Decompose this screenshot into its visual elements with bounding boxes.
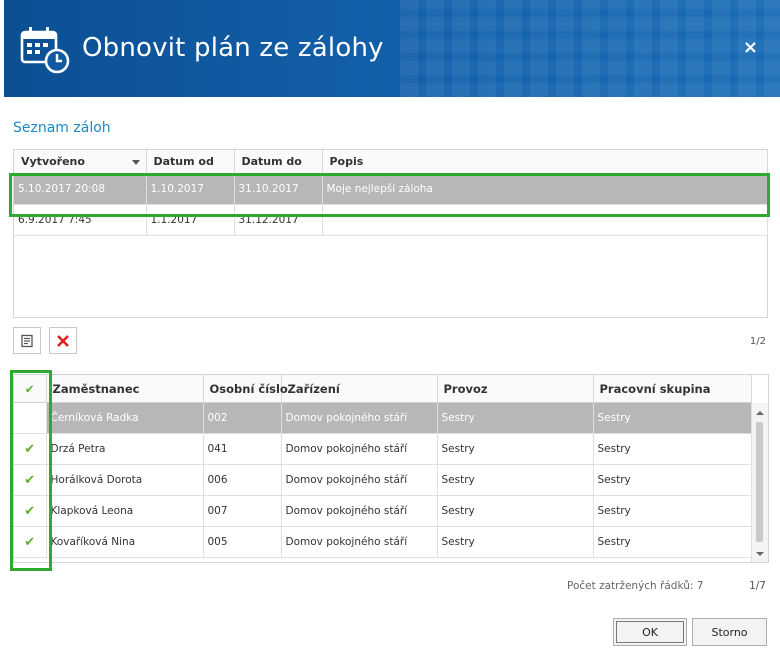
dialog-header: Obnovit plán ze zálohy ×	[4, 0, 780, 97]
cell-work-group: Sestry	[593, 402, 752, 434]
row-checkbox[interactable]: ✔	[14, 464, 47, 496]
dialog-title: Obnovit plán ze zálohy	[82, 33, 384, 63]
cell-work-group: Sestry	[593, 464, 752, 496]
row-checkbox[interactable]: ✔	[14, 526, 47, 558]
cell-unit: Sestry	[437, 402, 594, 434]
backup-row[interactable]: 5.10.2017 20:08 1.10.2017 31.10.2017 Moj…	[14, 173, 768, 205]
backups-grid: Vytvořeno Datum od Datum do Popis 5.10.2…	[13, 149, 768, 318]
cell-personal-number: 007	[203, 495, 282, 527]
cell-unit: Sestry	[437, 526, 594, 558]
employee-row[interactable]: ✔ Drzá Petra 041 Domov pokojného stáří S…	[14, 433, 752, 465]
delete-backup-button[interactable]	[49, 327, 77, 354]
cell-facility: Domov pokojného stáří	[281, 495, 438, 527]
employee-row[interactable]: ✔ Horálková Dorota 006 Domov pokojného s…	[14, 464, 752, 496]
cell-employee: Horálková Dorota	[46, 464, 204, 496]
column-header-work-group[interactable]: Pracovní skupina	[593, 375, 752, 403]
cell-employee: Černíková Radka	[46, 402, 204, 434]
employees-pager: 1/7	[749, 580, 766, 592]
backups-table: Vytvořeno Datum od Datum do Popis 5.10.2…	[14, 150, 768, 236]
employees-scrollbar[interactable]	[751, 403, 768, 562]
header-pattern	[400, 0, 780, 97]
cell-unit: Sestry	[437, 464, 594, 496]
cell-personal-number: 005	[203, 526, 282, 558]
cell-employee: Klapková Leona	[46, 495, 204, 527]
cell-from: 1.10.2017	[146, 173, 235, 205]
select-all-checkbox[interactable]: ✔	[14, 375, 47, 403]
column-header-to[interactable]: Datum do	[234, 150, 323, 174]
calendar-clock-icon	[20, 27, 70, 74]
column-header-facility[interactable]: Zařízení	[281, 375, 438, 403]
cell-facility: Domov pokojného stáří	[281, 526, 438, 558]
cancel-button[interactable]: Storno	[692, 618, 767, 646]
cell-created: 6.9.2017 7:45	[14, 204, 147, 236]
backups-section-title: Seznam záloh	[13, 120, 111, 136]
employee-row[interactable]: ✔ Klapková Leona 007 Domov pokojného stá…	[14, 495, 752, 527]
backups-pager: 1/2	[749, 336, 766, 347]
column-header-created[interactable]: Vytvořeno	[14, 150, 147, 174]
cell-personal-number: 041	[203, 433, 282, 465]
delete-x-icon	[57, 334, 69, 347]
employees-table: ✔ Zaměstnanec Osobní číslo Zařízení Prov…	[14, 375, 752, 558]
scroll-up-icon[interactable]	[756, 411, 764, 415]
cell-to: 31.12.2017	[234, 204, 323, 236]
edit-backup-button[interactable]	[13, 327, 41, 354]
cell-description: Moje nejlepší záloha	[322, 173, 768, 205]
cell-created: 5.10.2017 20:08	[14, 173, 147, 205]
cell-to: 31.10.2017	[234, 173, 323, 205]
employee-row[interactable]: ✔ Kovaříková Nina 005 Domov pokojného st…	[14, 526, 752, 558]
cell-facility: Domov pokojného stáří	[281, 433, 438, 465]
employees-grid: ✔ Zaměstnanec Osobní číslo Zařízení Prov…	[13, 374, 769, 563]
backup-row[interactable]: 6.9.2017 7:45 1.1.2017 31.12.2017	[14, 204, 768, 236]
cell-personal-number: 002	[203, 402, 282, 434]
cell-facility: Domov pokojného stáří	[281, 402, 438, 434]
cell-unit: Sestry	[437, 495, 594, 527]
scrollbar-thumb[interactable]	[756, 422, 763, 542]
scroll-down-icon[interactable]	[756, 552, 764, 556]
column-header-unit[interactable]: Provoz	[437, 375, 594, 403]
cell-facility: Domov pokojného stáří	[281, 464, 438, 496]
cell-employee: Drzá Petra	[46, 433, 204, 465]
checked-rows-count: Počet zatržených řádků: 7	[567, 580, 704, 592]
column-header-personal-number[interactable]: Osobní číslo	[203, 375, 288, 403]
employee-row[interactable]: ✔ Černíková Radka 002 Domov pokojného st…	[14, 402, 752, 434]
column-header-from[interactable]: Datum od	[146, 150, 235, 174]
cell-work-group: Sestry	[593, 526, 752, 558]
close-icon[interactable]: ×	[743, 39, 758, 57]
ok-button[interactable]: OK	[613, 618, 687, 646]
backups-header-row: Vytvořeno Datum od Datum do Popis	[14, 150, 768, 174]
column-header-employee[interactable]: Zaměstnanec	[46, 375, 204, 403]
row-checkbox[interactable]: ✔	[14, 495, 47, 527]
row-checkbox[interactable]: ✔	[14, 433, 47, 465]
note-icon	[21, 334, 33, 347]
column-header-label: Vytvořeno	[21, 155, 85, 168]
cell-personal-number: 006	[203, 464, 282, 496]
cell-work-group: Sestry	[593, 433, 752, 465]
cell-work-group: Sestry	[593, 495, 752, 527]
cell-from: 1.1.2017	[146, 204, 235, 236]
sort-desc-icon	[132, 160, 140, 165]
employees-header-row: ✔ Zaměstnanec Osobní číslo Zařízení Prov…	[14, 375, 752, 403]
cell-description	[322, 204, 768, 236]
column-header-description[interactable]: Popis	[322, 150, 768, 174]
row-checkbox[interactable]: ✔	[14, 402, 47, 434]
cell-unit: Sestry	[437, 433, 594, 465]
cell-employee: Kovaříková Nina	[46, 526, 204, 558]
